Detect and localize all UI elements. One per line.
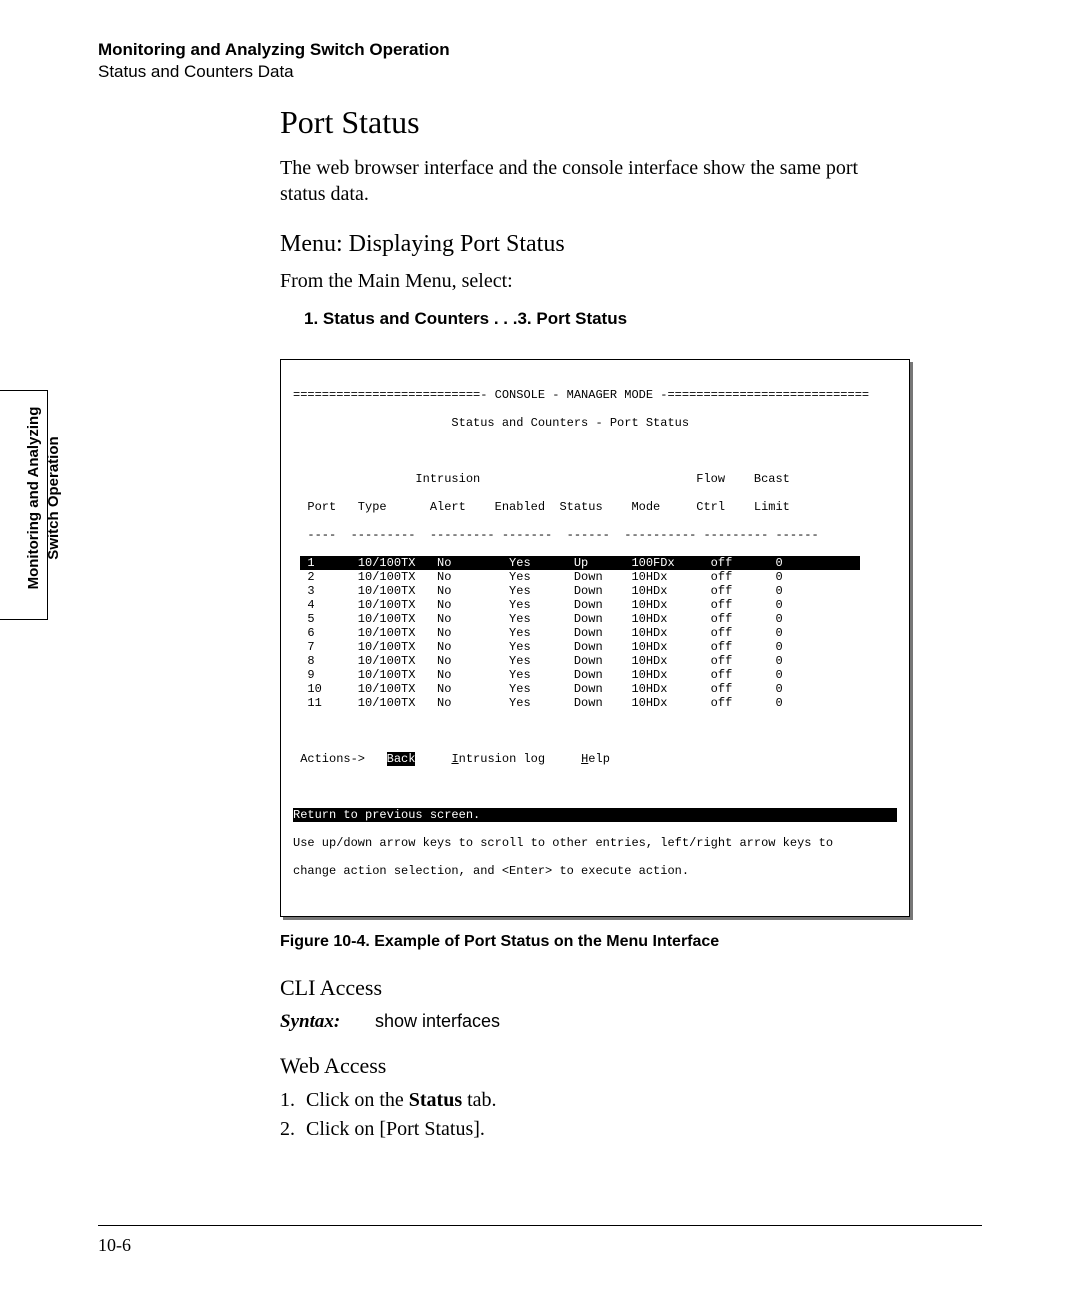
table-row: 11 10/100TX No Yes Down 10HDx off 0 (293, 696, 897, 710)
console-blank3 (293, 780, 897, 794)
console-hdr1: Intrusion Flow Bcast (293, 472, 897, 486)
table-row: 1 10/100TX No Yes Up 100FDx off 0 (293, 556, 897, 570)
list-item: Click on [Port Status]. (300, 1118, 982, 1141)
table-row: 10 10/100TX No Yes Down 10HDx off 0 (293, 682, 897, 696)
section-intro: The web browser interface and the consol… (280, 155, 900, 207)
table-row: 2 10/100TX No Yes Down 10HDx off 0 (293, 570, 897, 584)
page-number: 10-6 (98, 1235, 131, 1256)
web-steps: Click on the Status tab. Click on [Port S… (300, 1089, 982, 1141)
side-tab-line2: Switch Operation (45, 436, 62, 559)
running-header-title: Monitoring and Analyzing Switch Operatio… (98, 40, 982, 60)
figure-caption: Figure 10-4. Example of Port Status on t… (280, 933, 982, 951)
console-help2: change action selection, and <Enter> to … (293, 864, 897, 878)
cli-heading: CLI Access (280, 975, 982, 1001)
web-heading: Web Access (280, 1053, 982, 1079)
table-row: 5 10/100TX No Yes Down 10HDx off 0 (293, 612, 897, 626)
console-hdr3: ---- --------- --------- ------- ------ … (293, 528, 897, 542)
table-row: 4 10/100TX No Yes Down 10HDx off 0 (293, 598, 897, 612)
console-title: Status and Counters - Port Status (293, 416, 897, 430)
console-help1: Use up/down arrow keys to scroll to othe… (293, 836, 897, 850)
footer-rule (98, 1225, 982, 1226)
table-row: 6 10/100TX No Yes Down 10HDx off 0 (293, 626, 897, 640)
table-row: 7 10/100TX No Yes Down 10HDx off 0 (293, 640, 897, 654)
console-actions: Actions-> Back Intrusion log Help (293, 752, 897, 766)
table-row: 8 10/100TX No Yes Down 10HDx off 0 (293, 654, 897, 668)
console-hdr2: Port Type Alert Enabled Status Mode Ctrl… (293, 500, 897, 514)
running-header-subtitle: Status and Counters Data (98, 62, 982, 82)
console-border: ==========================- CONSOLE - MA… (293, 388, 897, 402)
console-status-line: Return to previous screen. (293, 808, 897, 822)
running-header: Monitoring and Analyzing Switch Operatio… (98, 40, 982, 82)
list-item: Click on the Status tab. (300, 1089, 982, 1112)
menu-path: 1. Status and Counters . . .3. Port Stat… (304, 309, 982, 329)
cli-syntax: Syntax: show interfaces (280, 1011, 982, 1033)
side-tab: Monitoring and Analyzing Switch Operatio… (0, 390, 48, 620)
side-tab-line1: Monitoring and Analyzing (25, 407, 42, 590)
console-blank2 (293, 724, 897, 738)
console-screenshot: ==========================- CONSOLE - MA… (280, 359, 910, 917)
table-row: 3 10/100TX No Yes Down 10HDx off 0 (293, 584, 897, 598)
syntax-command: show interfaces (375, 1011, 500, 1031)
section-title: Port Status (280, 104, 982, 141)
menu-instruction: From the Main Menu, select: (280, 270, 982, 293)
table-row: 9 10/100TX No Yes Down 10HDx off 0 (293, 668, 897, 682)
syntax-label: Syntax: (280, 1011, 340, 1032)
console-blank (293, 444, 897, 458)
menu-heading: Menu: Displaying Port Status (280, 231, 982, 258)
action-back: Back (387, 752, 416, 766)
